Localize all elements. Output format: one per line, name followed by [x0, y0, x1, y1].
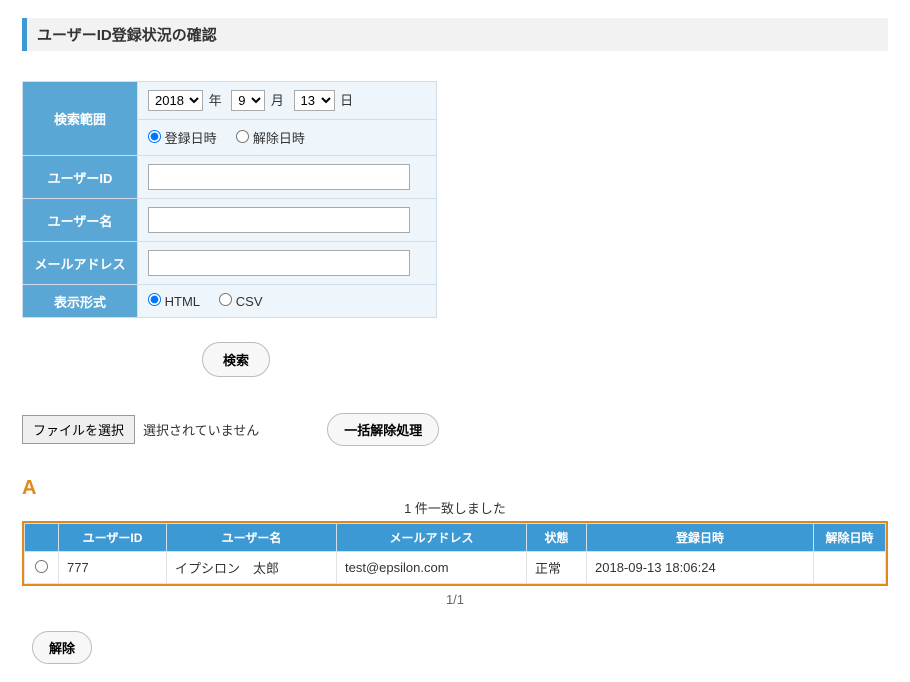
- row-select-radio[interactable]: [35, 560, 48, 573]
- results-highlight-box: ユーザーID ユーザー名 メールアドレス 状態 登録日時 解除日時 777 イプ…: [22, 521, 888, 586]
- radio-html-text: HTML: [165, 294, 200, 309]
- email-field[interactable]: [148, 250, 410, 276]
- radio-released-text: 解除日時: [253, 131, 305, 146]
- cell-username: イプシロン 太郎: [167, 552, 337, 584]
- bulk-release-button[interactable]: 一括解除処理: [327, 413, 439, 446]
- radio-csv-label[interactable]: CSV: [219, 294, 262, 309]
- radio-registered[interactable]: [148, 130, 161, 143]
- radio-csv-text: CSV: [236, 294, 263, 309]
- cell-userid: 777: [59, 552, 167, 584]
- cell-email: test@epsilon.com: [337, 552, 527, 584]
- year-unit: 年: [209, 93, 222, 108]
- month-unit: 月: [271, 93, 284, 108]
- release-button[interactable]: 解除: [32, 631, 92, 664]
- col-released: 解除日時: [814, 524, 886, 552]
- radio-html-label[interactable]: HTML: [148, 294, 203, 309]
- label-username: ユーザー名: [23, 199, 138, 242]
- results-table: ユーザーID ユーザー名 メールアドレス 状態 登録日時 解除日時 777 イプ…: [24, 523, 886, 584]
- day-select[interactable]: 13: [294, 90, 335, 111]
- table-row: 777 イプシロン 太郎 test@epsilon.com 正常 2018-09…: [25, 552, 886, 584]
- cell-released: [814, 552, 886, 584]
- col-userid: ユーザーID: [59, 524, 167, 552]
- annotation-a: A: [22, 478, 888, 498]
- radio-registered-text: 登録日時: [165, 131, 217, 146]
- cell-registered: 2018-09-13 18:06:24: [587, 552, 814, 584]
- file-status-text: 選択されていません: [143, 420, 259, 439]
- radio-csv[interactable]: [219, 293, 232, 306]
- radio-registered-label[interactable]: 登録日時: [148, 131, 220, 146]
- label-userid: ユーザーID: [23, 156, 138, 199]
- match-count-text: 1 件一致しました: [22, 498, 888, 517]
- month-select[interactable]: 9: [231, 90, 265, 111]
- search-button[interactable]: 検索: [202, 342, 270, 377]
- file-choose-button[interactable]: ファイルを選択: [22, 415, 135, 444]
- search-filter-table: 検索範囲 2018 年 9 月 13 日 登録日時 解除日時 ユーザーID ユー…: [22, 81, 437, 318]
- username-field[interactable]: [148, 207, 410, 233]
- radio-released-label[interactable]: 解除日時: [236, 131, 305, 146]
- day-unit: 日: [340, 93, 353, 108]
- cell-status: 正常: [527, 552, 587, 584]
- pager-text: 1/1: [22, 592, 888, 607]
- radio-released[interactable]: [236, 130, 249, 143]
- radio-html[interactable]: [148, 293, 161, 306]
- col-status: 状態: [527, 524, 587, 552]
- label-search-range: 検索範囲: [23, 82, 138, 156]
- col-username: ユーザー名: [167, 524, 337, 552]
- col-email: メールアドレス: [337, 524, 527, 552]
- label-format: 表示形式: [23, 285, 138, 318]
- page-title: ユーザーID登録状況の確認: [22, 18, 888, 51]
- col-registered: 登録日時: [587, 524, 814, 552]
- label-email: メールアドレス: [23, 242, 138, 285]
- col-select: [25, 524, 59, 552]
- year-select[interactable]: 2018: [148, 90, 203, 111]
- userid-field[interactable]: [148, 164, 410, 190]
